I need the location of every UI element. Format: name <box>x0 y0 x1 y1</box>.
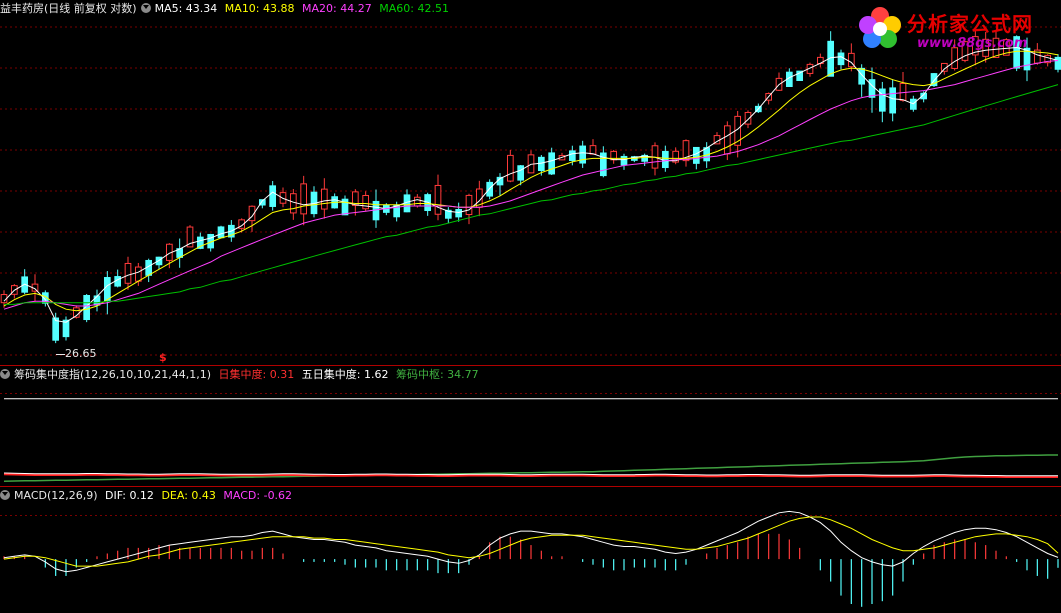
candle-body <box>568 150 576 161</box>
ma60-legend: MA60: 42.51 <box>379 2 449 15</box>
macd-indicator-name: MACD(12,26,9) <box>14 489 98 502</box>
candle-body <box>661 150 669 169</box>
dif-line <box>3 510 1059 573</box>
main-legend: 益丰药房(日线 前复权 对数) MA5: 43.34 MA10: 43.88 MA… <box>0 2 453 16</box>
dropdown-toggle-icon[interactable] <box>140 3 151 13</box>
macd-value: -0.62 <box>263 489 293 502</box>
ma20-legend: MA20: 44.27 <box>302 2 372 15</box>
dropdown-toggle-icon[interactable] <box>0 490 10 500</box>
ma60-line <box>4 84 1059 305</box>
chart-canvas <box>0 26 1061 607</box>
candle-body <box>889 87 897 114</box>
five-day-concentration-value: 1.62 <box>363 368 389 381</box>
candle-body <box>548 152 556 175</box>
candle-body <box>723 125 731 155</box>
candle-body <box>692 146 700 164</box>
flower-logo-icon <box>859 7 901 48</box>
candle-body <box>289 193 297 214</box>
chip-center-label: 筹码中枢: <box>395 368 448 381</box>
dif-value: 0.12 <box>129 489 154 502</box>
candle-body <box>899 82 907 101</box>
candle-body <box>589 145 597 155</box>
candle-body <box>455 208 463 218</box>
dif-label: DIF: <box>105 489 130 502</box>
chip-indicator-name: 筹码集中度指(12,26,10,10,21,44,1,1) <box>14 368 212 381</box>
candle-body <box>620 155 628 166</box>
dropdown-toggle-icon[interactable] <box>0 369 10 379</box>
low-price-marker: 26.65 <box>56 347 97 360</box>
candle-body <box>517 165 525 181</box>
five-day-concentration-label: 五日集中度: <box>301 368 364 381</box>
candle-body <box>300 183 308 215</box>
candle-body <box>413 196 421 207</box>
candle-body <box>506 154 514 182</box>
candle-body <box>134 266 142 282</box>
dea-value: 0.43 <box>191 489 216 502</box>
daily-concentration-label: 日集中度: <box>218 368 270 381</box>
stock-title: 益丰药房(日线 前复权 对数) <box>0 2 137 15</box>
low-price-value: 26.65 <box>65 347 97 360</box>
chip-center-value: 34.77 <box>447 368 479 381</box>
candle-body <box>217 226 225 239</box>
signal-marker: $ <box>159 351 167 364</box>
candle-body <box>465 194 473 216</box>
ma5-legend: MA5: 43.34 <box>154 2 218 15</box>
daily-concentration-value: 0.31 <box>269 368 295 381</box>
macd-label: MACD: <box>223 489 264 502</box>
chip-legend: 筹码集中度指(12,26,10,10,21,44,1,1) 日集中度: 0.31… <box>0 368 483 382</box>
macd-legend: MACD(12,26,9) DIF: 0.12 DEA: 0.43 MACD: … <box>0 489 296 503</box>
dea-label: DEA: <box>161 489 192 502</box>
logo-text: 分析家公式网 <box>907 12 1033 36</box>
ma10-legend: MA10: 43.88 <box>224 2 295 15</box>
candle-body <box>837 52 845 66</box>
logo-url: www.88gs.com <box>917 36 1028 51</box>
candle-body <box>320 188 328 210</box>
candle-body <box>124 262 132 284</box>
stock-chart[interactable]: 益丰药房(日线 前复权 对数) MA5: 43.34 MA10: 43.88 MA… <box>0 0 1061 610</box>
candle-body <box>103 277 111 302</box>
candle-body <box>434 184 442 215</box>
candle-body <box>868 79 876 98</box>
candle-body <box>744 111 752 125</box>
candle-body <box>537 156 545 171</box>
candle-body <box>269 185 277 207</box>
candle-body <box>362 194 370 210</box>
site-logo: 分析家公式网 www.88gs.com <box>855 2 1055 58</box>
candle-body <box>486 181 494 197</box>
low-price-arrow <box>56 353 65 355</box>
candle-body <box>1054 56 1061 70</box>
